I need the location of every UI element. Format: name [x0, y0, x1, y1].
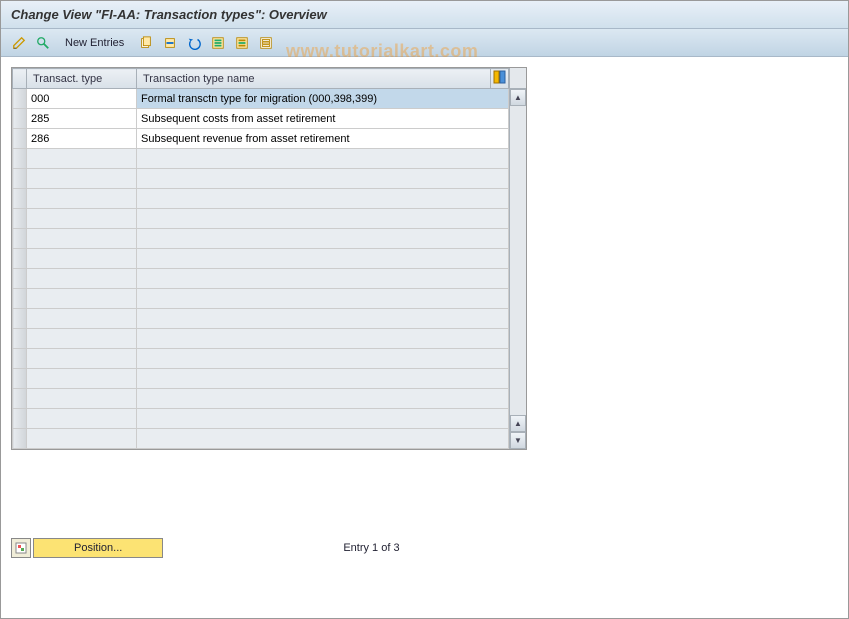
empty-cell — [27, 149, 137, 169]
empty-cell — [27, 269, 137, 289]
empty-cell — [27, 349, 137, 369]
scroll-page-up-icon[interactable]: ▲ — [510, 415, 526, 432]
table-row — [13, 169, 509, 189]
new-entries-button[interactable]: New Entries — [57, 33, 132, 53]
table-row — [13, 369, 509, 389]
scroll-up-icon[interactable]: ▲ — [510, 89, 526, 106]
position-button[interactable]: Position... — [33, 538, 163, 558]
empty-cell — [27, 409, 137, 429]
transaction-name-input[interactable] — [137, 89, 508, 108]
application-toolbar: New Entries — [1, 29, 848, 57]
empty-cell — [137, 289, 509, 309]
transact-type-input[interactable] — [27, 129, 136, 148]
table-row — [13, 189, 509, 209]
table-row — [13, 269, 509, 289]
table-row — [13, 289, 509, 309]
empty-cell — [137, 249, 509, 269]
position-icon[interactable] — [11, 538, 31, 558]
table-row — [13, 249, 509, 269]
table-row — [13, 429, 509, 449]
row-selector[interactable] — [13, 189, 27, 209]
transact-type-input[interactable] — [27, 89, 136, 108]
column-header-transact-type[interactable]: Transact. type — [27, 69, 137, 89]
table-row — [13, 149, 509, 169]
copy-icon[interactable] — [136, 33, 156, 53]
row-selector[interactable] — [13, 409, 27, 429]
table-row — [13, 209, 509, 229]
row-selector[interactable] — [13, 349, 27, 369]
row-selector[interactable] — [13, 169, 27, 189]
table-row — [13, 229, 509, 249]
row-selector[interactable] — [13, 209, 27, 229]
empty-cell — [137, 269, 509, 289]
undo-icon[interactable] — [184, 33, 204, 53]
select-all-icon[interactable] — [208, 33, 228, 53]
page-title: Change View "FI-AA: Transaction types": … — [1, 1, 848, 29]
table-row — [13, 309, 509, 329]
row-selector[interactable] — [13, 149, 27, 169]
table-row — [13, 129, 509, 149]
empty-cell — [137, 169, 509, 189]
table-config-icon[interactable] — [491, 69, 509, 89]
empty-cell — [137, 229, 509, 249]
empty-cell — [27, 289, 137, 309]
scroll-down-icon[interactable]: ▼ — [510, 432, 526, 449]
empty-cell — [137, 349, 509, 369]
footer-row: Position... Entry 1 of 3 — [11, 538, 541, 558]
empty-cell — [137, 309, 509, 329]
row-selector[interactable] — [13, 269, 27, 289]
row-selector[interactable] — [13, 329, 27, 349]
row-selector[interactable] — [13, 389, 27, 409]
empty-cell — [27, 369, 137, 389]
column-header-transaction-name[interactable]: Transaction type name — [137, 69, 491, 89]
content-area: Transact. type Transaction type name ▲ ▲… — [1, 57, 848, 460]
transaction-name-input[interactable] — [137, 109, 508, 128]
toggle-display-change-icon[interactable] — [9, 33, 29, 53]
transaction-types-table: Transact. type Transaction type name ▲ ▲… — [11, 67, 527, 450]
transaction-name-input[interactable] — [137, 129, 508, 148]
scroll-track[interactable] — [510, 106, 526, 415]
deselect-all-icon[interactable] — [256, 33, 276, 53]
empty-cell — [27, 229, 137, 249]
select-block-icon[interactable] — [232, 33, 252, 53]
row-selector-header[interactable] — [13, 69, 27, 89]
delete-icon[interactable] — [160, 33, 180, 53]
empty-cell — [137, 409, 509, 429]
empty-cell — [137, 209, 509, 229]
table-row — [13, 349, 509, 369]
row-selector[interactable] — [13, 109, 27, 129]
entry-counter: Entry 1 of 3 — [343, 542, 399, 554]
vertical-scrollbar[interactable]: ▲ ▲ ▼ — [509, 68, 526, 449]
table-row — [13, 89, 509, 109]
row-selector[interactable] — [13, 129, 27, 149]
detail-view-icon[interactable] — [33, 33, 53, 53]
empty-cell — [137, 389, 509, 409]
row-selector[interactable] — [13, 309, 27, 329]
transact-type-input[interactable] — [27, 109, 136, 128]
table-row — [13, 409, 509, 429]
table-row — [13, 329, 509, 349]
row-selector[interactable] — [13, 429, 27, 449]
empty-cell — [137, 369, 509, 389]
row-selector[interactable] — [13, 369, 27, 389]
empty-cell — [137, 189, 509, 209]
empty-cell — [27, 249, 137, 269]
empty-cell — [137, 149, 509, 169]
row-selector[interactable] — [13, 89, 27, 109]
table-row — [13, 109, 509, 129]
empty-cell — [27, 189, 137, 209]
empty-cell — [27, 209, 137, 229]
table-row — [13, 389, 509, 409]
row-selector[interactable] — [13, 229, 27, 249]
empty-cell — [137, 329, 509, 349]
empty-cell — [27, 389, 137, 409]
row-selector[interactable] — [13, 289, 27, 309]
empty-cell — [27, 329, 137, 349]
empty-cell — [27, 429, 137, 449]
empty-cell — [137, 429, 509, 449]
row-selector[interactable] — [13, 249, 27, 269]
empty-cell — [27, 309, 137, 329]
empty-cell — [27, 169, 137, 189]
